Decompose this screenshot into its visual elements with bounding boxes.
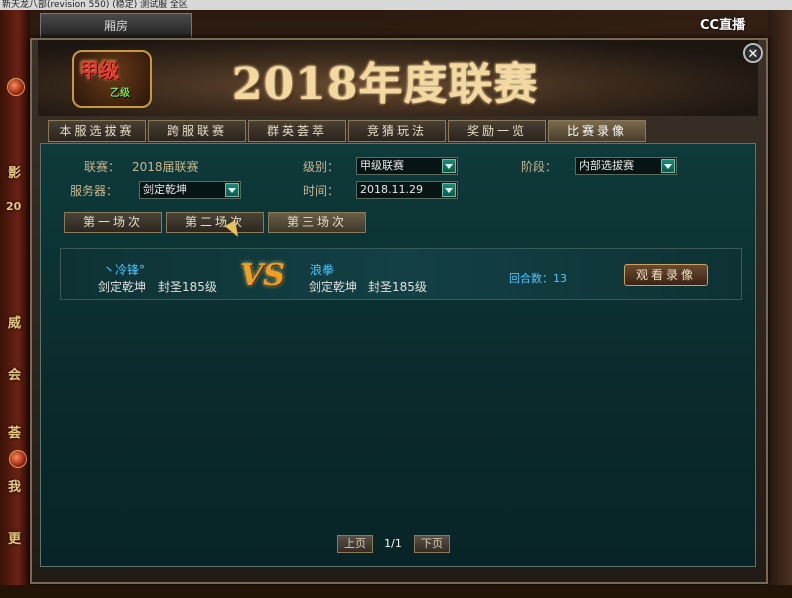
chevron-down-icon[interactable] [442, 159, 456, 173]
tab-match-1[interactable]: 第一场次 [64, 212, 162, 233]
prev-page-button[interactable]: 上页 [337, 535, 373, 553]
left-hud-orb-icon[interactable] [7, 78, 25, 96]
tab-local-selection[interactable]: 本服选拔赛 [48, 120, 146, 142]
left-hud-strip [0, 10, 30, 598]
page-indicator: 1/1 [384, 537, 402, 550]
left-player-server: 剑定乾坤 [98, 280, 147, 294]
level-select[interactable]: 甲级联赛 [356, 157, 458, 175]
left-hud-orb-icon[interactable] [9, 450, 27, 468]
chevron-down-icon[interactable] [225, 183, 239, 197]
left-hud-glyph: 影 [8, 166, 22, 181]
time-select[interactable]: 2018.11.29 [356, 181, 458, 199]
tab-cross-server[interactable]: 跨服联赛 [148, 120, 246, 142]
stage-label: 阶段： [521, 160, 558, 174]
left-player-name: 丶冷锋° [103, 263, 146, 277]
tab-match-2[interactable]: 第二场次 [166, 212, 264, 233]
left-hud-glyph: 20 [6, 200, 22, 213]
left-hud-glyph: 威 [8, 316, 22, 331]
logo-main-text: 甲级 [79, 58, 119, 82]
cc-live-watermark: CC直播 [700, 18, 746, 33]
right-player-name: 浪拳 [310, 263, 335, 277]
left-player-level: 封圣185级 [158, 280, 217, 294]
bottom-hud-bar [0, 585, 792, 598]
banner-title: 2018年度联赛 [232, 59, 539, 110]
round-count: 回合数：13 [509, 272, 567, 285]
tab-betting[interactable]: 竞猜玩法 [348, 120, 446, 142]
next-page-button[interactable]: 下页 [414, 535, 450, 553]
chevron-down-icon[interactable] [661, 159, 675, 173]
league-label: 联赛： [84, 160, 121, 174]
server-select-value: 剑定乾坤 [143, 183, 187, 196]
left-hud-glyph: 会 [8, 368, 22, 383]
league-value: 2018届联赛 [132, 160, 199, 174]
logo-sub-text: 乙级 [110, 88, 130, 99]
time-select-value: 2018.11.29 [360, 183, 423, 196]
server-select[interactable]: 剑定乾坤 [139, 181, 241, 199]
tab-rewards[interactable]: 奖励一览 [448, 120, 546, 142]
tab-all-stars[interactable]: 群英荟萃 [248, 120, 346, 142]
chevron-down-icon[interactable] [442, 183, 456, 197]
time-label: 时间： [303, 184, 340, 198]
versus-icon: VS [240, 258, 285, 293]
left-hud-glyph: 更 [8, 532, 22, 547]
room-tab[interactable]: 厢房 [40, 13, 192, 39]
replay-panel [40, 143, 756, 567]
right-player-server: 剑定乾坤 [309, 280, 358, 294]
window-titlebar: 新天龙八部(revision 550) (稳定) 测试服 全区 [0, 0, 792, 10]
stage-select[interactable]: 内部选拔赛 [575, 157, 677, 175]
left-hud-glyph: 我 [8, 480, 22, 495]
stage-select-value: 内部选拔赛 [579, 159, 634, 172]
right-hud-strip [768, 10, 792, 598]
level-label: 级别： [303, 160, 340, 174]
level-select-value: 甲级联赛 [360, 159, 404, 172]
close-button[interactable]: ✕ [743, 43, 763, 63]
server-label: 服务器： [70, 184, 119, 198]
right-player-level: 封圣185级 [368, 280, 427, 294]
tab-match-3[interactable]: 第三场次 [268, 212, 366, 233]
left-hud-glyph: 荟 [8, 426, 22, 441]
watch-replay-button[interactable]: 观看录像 [624, 264, 708, 286]
tab-replays[interactable]: 比赛录像 [548, 120, 646, 142]
